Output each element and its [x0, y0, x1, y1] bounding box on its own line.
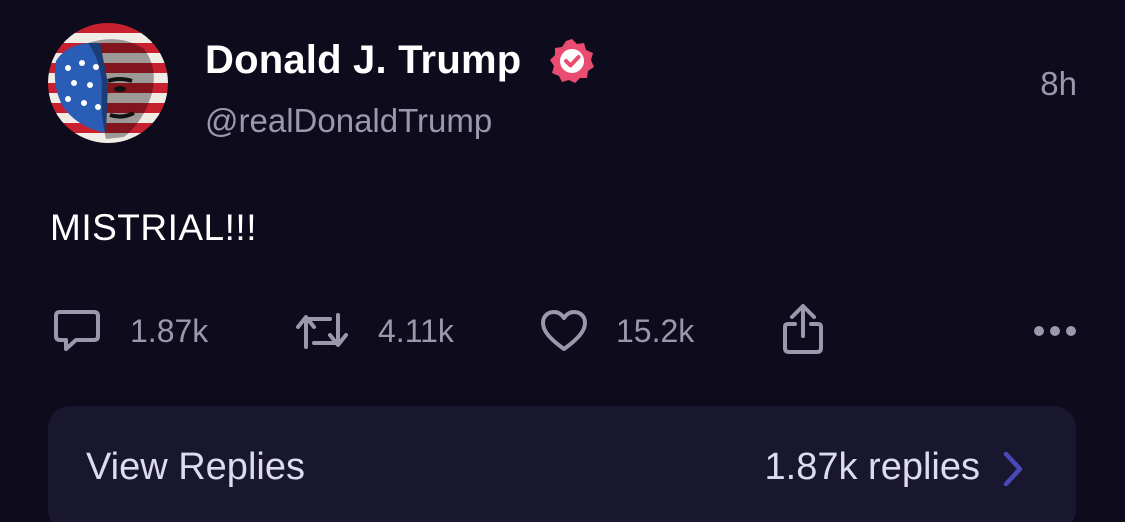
- replies-count: 1.87k replies: [764, 446, 980, 488]
- view-replies-button[interactable]: View Replies 1.87k replies: [48, 406, 1076, 522]
- reply-count: 1.87k: [130, 312, 209, 349]
- share-button[interactable]: [780, 304, 826, 354]
- avatar[interactable]: [48, 23, 168, 143]
- post: Donald J. Trump @realDonaldTrump 8h MIST…: [0, 0, 1125, 522]
- timestamp: 8h: [1040, 65, 1077, 102]
- repost-count: 4.11k: [378, 312, 454, 349]
- reply-button[interactable]: 1.87k: [52, 306, 208, 356]
- comment-icon: [54, 310, 100, 351]
- post-text: MISTRIAL!!!: [50, 207, 257, 248]
- like-button[interactable]: 15.2k: [540, 306, 694, 356]
- verified-badge-icon: [548, 37, 596, 85]
- share-icon: [783, 304, 823, 354]
- chevron-right-icon: [1003, 451, 1023, 487]
- more-options-button[interactable]: [1033, 306, 1077, 356]
- like-count: 15.2k: [616, 312, 695, 349]
- more-icon: [1034, 326, 1076, 336]
- flag-portrait-icon: [48, 23, 168, 143]
- repost-icon: [296, 313, 348, 349]
- repost-button[interactable]: 4.11k: [294, 306, 454, 356]
- heart-icon: [541, 310, 587, 351]
- handle[interactable]: @realDonaldTrump: [205, 102, 492, 140]
- view-replies-label: View Replies: [86, 446, 305, 488]
- display-name[interactable]: Donald J. Trump: [205, 38, 521, 83]
